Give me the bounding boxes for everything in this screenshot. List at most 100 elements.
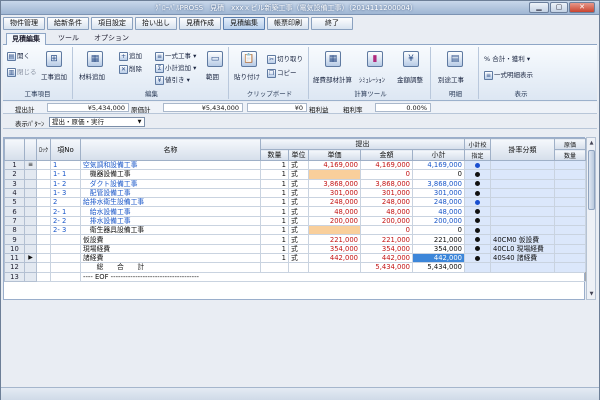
lock-cell[interactable] [36, 225, 51, 236]
unit-price-cell[interactable]: 354,000 [308, 243, 361, 254]
item-no-cell[interactable] [50, 271, 81, 282]
paste-button[interactable]: 貼り付け [234, 71, 260, 81]
amount-cell[interactable]: 48,000 [360, 206, 413, 217]
amount-cell[interactable]: 301,000 [360, 187, 413, 199]
lock-cell[interactable] [36, 206, 51, 217]
delete-button[interactable]: ✕ 削除 [119, 63, 142, 74]
table-row[interactable]: 9 仮設費 1 式 221,000 221,000 221,000 40CM0 仮設費 [4, 234, 586, 245]
subtotal-cell[interactable]: 0 [412, 225, 465, 236]
rate-category-cell[interactable]: 40S40 諸経費 [490, 252, 555, 264]
amount-cell[interactable]: 442,000 [360, 252, 413, 264]
subtotal-flag-cell[interactable] [464, 225, 491, 236]
amount-cell[interactable]: 200,000 [360, 215, 413, 227]
unit-cell[interactable]: 式 [288, 159, 309, 171]
amount-cell[interactable]: 248,000 [360, 197, 413, 208]
amount-cell[interactable]: 354,000 [360, 243, 413, 254]
menu-item-print[interactable]: 帳票印刷 [267, 17, 309, 30]
subtotal-flag-cell[interactable] [464, 169, 491, 180]
table-row[interactable]: 13 ---- EOF -----------------------------… [4, 271, 586, 282]
menu-item-conditions[interactable]: 給新条件 [47, 17, 89, 30]
subtotal-flag-cell[interactable] [464, 187, 491, 199]
unit-cell[interactable]: 式 [288, 169, 309, 180]
item-no-cell[interactable]: 1- 2 [50, 178, 81, 189]
subtotal-cell[interactable]: 442,000 [412, 252, 465, 264]
unit-cell[interactable]: 式 [288, 243, 309, 254]
cost-cell[interactable] [554, 169, 586, 180]
quantity-cell[interactable]: 1 [260, 169, 289, 180]
name-cell[interactable]: 諸経費 [80, 252, 261, 264]
name-cell[interactable]: 給排水衛生設備工事 [80, 197, 261, 208]
subtotal-flag-cell[interactable] [464, 234, 491, 245]
lump-detail-button[interactable]: ≡ 一式明細表示 [484, 69, 533, 80]
cost-cell[interactable] [554, 225, 586, 236]
name-cell[interactable]: 現場経費 [80, 243, 261, 254]
name-cell[interactable]: 衛生器具設備工事 [80, 225, 261, 236]
tab-edit[interactable]: 見積編集 [6, 33, 46, 45]
add-button[interactable]: + 追加 [119, 50, 142, 61]
quantity-cell[interactable]: 1 [260, 178, 289, 189]
subtotal-flag-cell[interactable] [464, 262, 491, 273]
close-button[interactable]: ✕ [569, 2, 595, 13]
name-cell[interactable]: 空気調和設備工事 [80, 159, 261, 171]
add-construction-button[interactable]: 工事追加 [41, 71, 67, 81]
cost-cell[interactable] [554, 197, 586, 208]
tab-tools[interactable]: ツール [53, 33, 84, 45]
cut-button[interactable]: ✂ 切り取り [267, 53, 303, 64]
simulation-button[interactable]: ｼﾐｭﾚｰｼｮﾝ [359, 74, 385, 84]
amount-cell[interactable]: 0 [360, 169, 413, 180]
discount-button[interactable]: ¥ 値引き ▾ [155, 74, 190, 85]
vertical-scrollbar[interactable]: ▲ ▼ [586, 137, 596, 300]
cost-cell[interactable] [554, 178, 586, 189]
amount-cell[interactable]: 221,000 [360, 234, 413, 245]
table-row[interactable]: 10 現場経費 1 式 354,000 354,000 354,000 40CL0 現場経費 [4, 243, 586, 254]
rate-category-cell[interactable] [490, 197, 555, 208]
material-add-button[interactable]: 材料追加 [79, 71, 105, 81]
item-no-cell[interactable] [50, 234, 81, 245]
name-cell[interactable]: ダクト設備工事 [80, 178, 261, 189]
quantity-cell[interactable]: 1 [260, 206, 289, 217]
menu-item-create[interactable]: 見積作成 [179, 17, 221, 30]
cost-cell[interactable] [554, 234, 586, 245]
table-row[interactable]: 5 2 給排水衛生設備工事 1 式 248,000 248,000 248,000 [4, 197, 586, 208]
table-row[interactable]: 1 ≡ 1 空気調和設備工事 1 式 4,169,000 4,169,000 4,169,000 [4, 159, 586, 171]
table-row[interactable]: 2 1- 1 機器設備工事 1 式 0 0 [4, 169, 586, 180]
subtotal-flag-cell[interactable] [464, 159, 491, 171]
menu-item-property[interactable]: 物件管理 [3, 17, 45, 30]
quantity-cell[interactable]: 1 [260, 187, 289, 199]
subtotal-flag-cell[interactable] [464, 243, 491, 254]
unit-price-cell[interactable]: 200,000 [308, 215, 361, 227]
rate-category-cell[interactable] [490, 178, 555, 189]
unit-cell[interactable] [288, 262, 309, 273]
lock-cell[interactable] [36, 271, 51, 282]
quantity-cell[interactable]: 1 [260, 234, 289, 245]
quantity-cell[interactable]: 1 [260, 197, 289, 208]
name-cell[interactable]: 仮設費 [80, 234, 261, 245]
subtotal-cell[interactable]: 5,434,000 [412, 262, 465, 273]
rate-category-cell[interactable]: 40CM0 仮設費 [490, 234, 555, 245]
subtotal-flag-cell[interactable] [464, 197, 491, 208]
subtotal-cell[interactable]: 3,868,000 [412, 178, 465, 189]
rate-category-cell[interactable]: 40CL0 現場経費 [490, 243, 555, 254]
name-cell[interactable]: 総 合 計 [80, 262, 261, 273]
cost-cell[interactable] [554, 206, 586, 217]
unit-cell[interactable]: 式 [288, 215, 309, 227]
quantity-cell[interactable]: 1 [260, 243, 289, 254]
unit-cell[interactable]: 式 [288, 197, 309, 208]
minimize-button[interactable]: ▁ [529, 2, 549, 13]
subtotal-flag-cell[interactable] [464, 206, 491, 217]
rate-category-cell[interactable] [490, 262, 555, 273]
unit-price-cell[interactable] [308, 262, 361, 273]
cost-cell[interactable] [554, 215, 586, 227]
unit-cell[interactable]: 式 [288, 252, 309, 264]
unit-price-cell[interactable]: 48,000 [308, 206, 361, 217]
lock-cell[interactable] [36, 234, 51, 245]
item-no-cell[interactable] [50, 262, 81, 273]
rate-category-cell[interactable] [490, 215, 555, 227]
unit-price-cell[interactable]: 442,000 [308, 252, 361, 264]
subtotal-cell[interactable]: 221,000 [412, 234, 465, 245]
quantity-cell[interactable]: 1 [260, 159, 289, 171]
lock-cell[interactable] [36, 215, 51, 227]
table-row[interactable]: 7 2- 2 排水設備工事 1 式 200,000 200,000 200,000 [4, 215, 586, 227]
item-no-cell[interactable]: 2 [50, 197, 81, 208]
item-no-cell[interactable]: 2- 1 [50, 206, 81, 217]
